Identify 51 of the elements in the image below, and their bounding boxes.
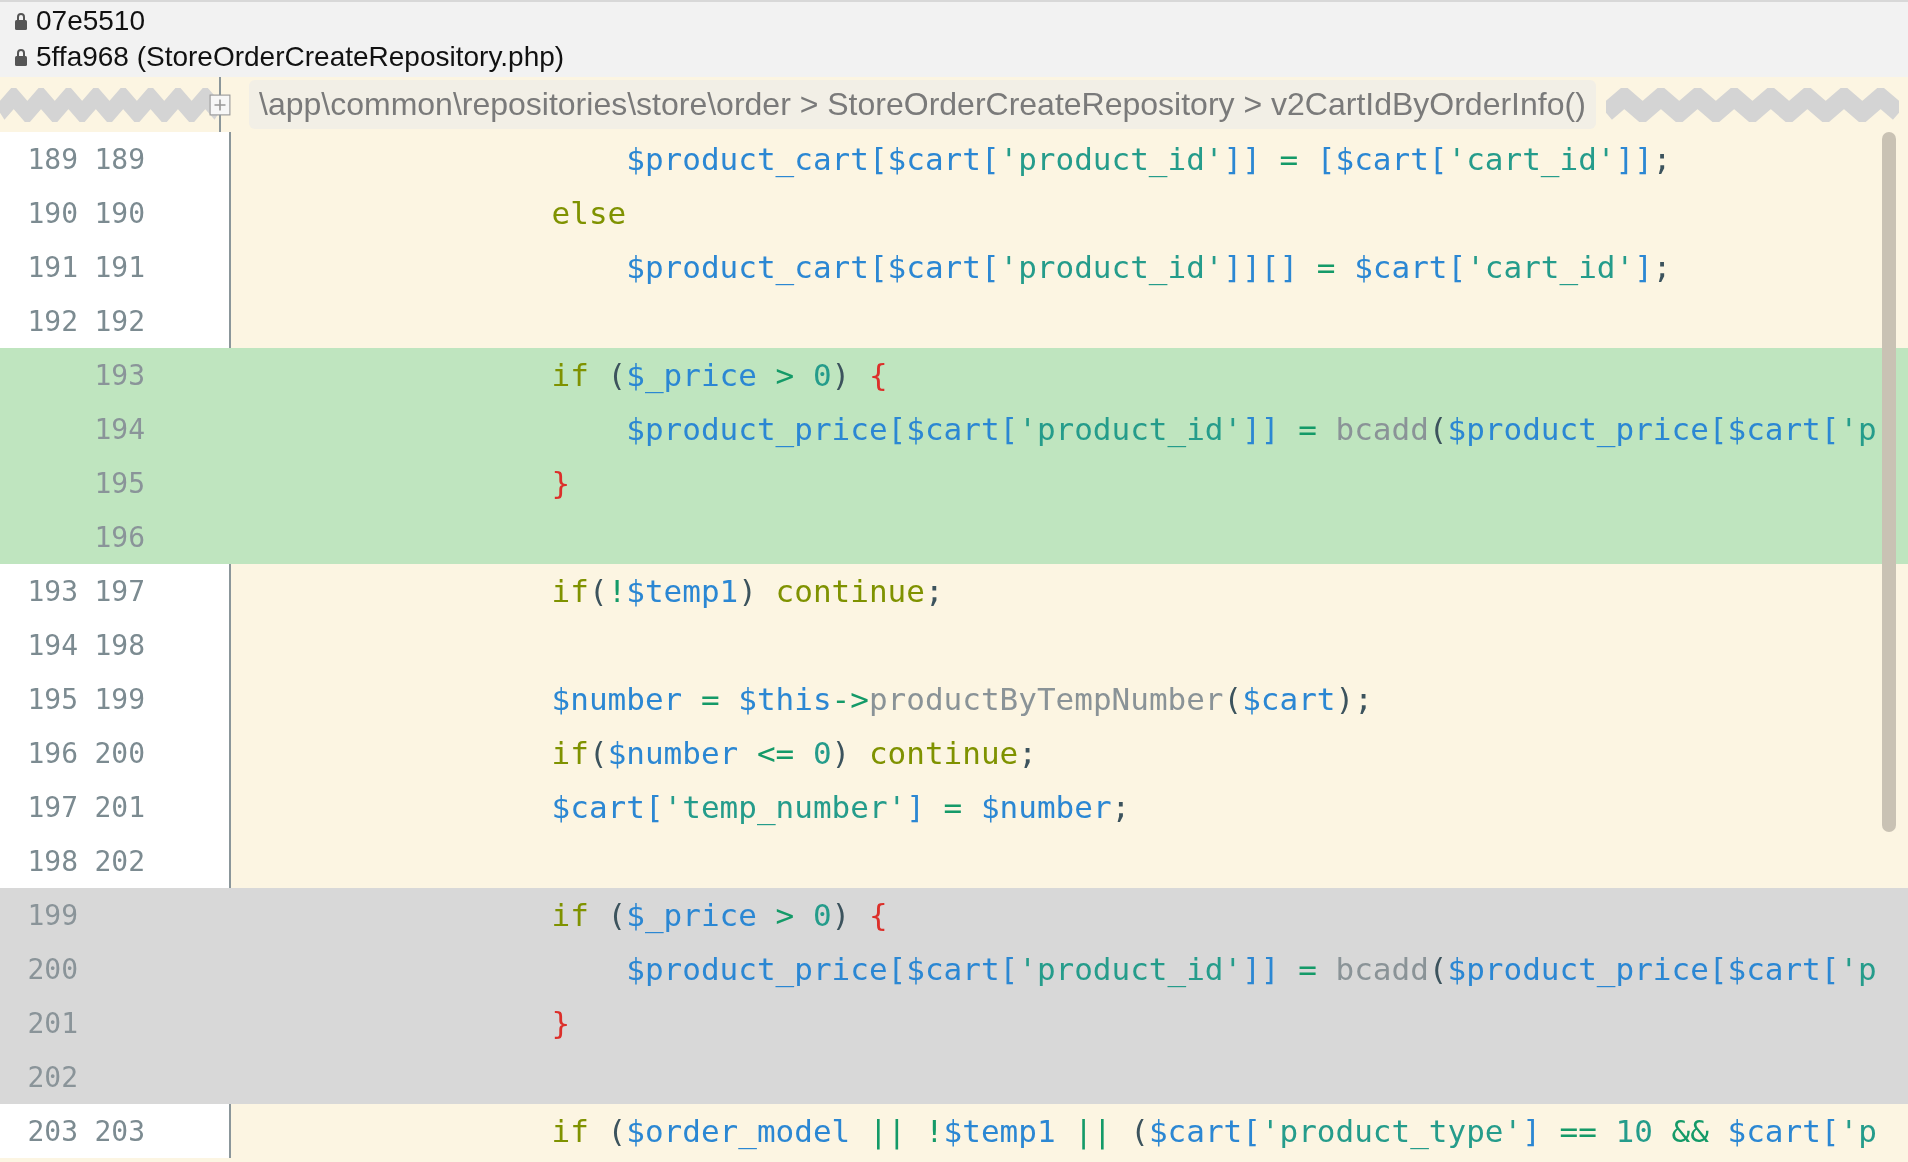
code-line: $product_price[$cart['product_id']] = bcadd($product_price[$cart['p xyxy=(625,951,1877,987)
line-number: 195 xyxy=(94,466,145,500)
line-number: 191 xyxy=(94,250,145,284)
line-number: 202 xyxy=(94,844,145,878)
code-line: } xyxy=(550,1005,571,1041)
code-line: if($number <= 0) continue; xyxy=(550,735,1037,771)
line-number: 200 xyxy=(94,736,145,770)
code-line: else xyxy=(550,195,627,231)
code-line: if ($_price > 0) { xyxy=(550,897,888,933)
breadcrumb[interactable]: \app\common\repositories\store\order > StoreOrderCreateRepository > v2CartIdByOrderInfo() xyxy=(249,80,1596,129)
line-number: 201 xyxy=(27,1006,78,1040)
line-number: 196 xyxy=(27,736,78,770)
line-number: 198 xyxy=(27,844,78,878)
line-number: 201 xyxy=(94,790,145,824)
code-line: if ($order_model || !$temp1 || ($cart['product_type'] == 10 && $cart['p xyxy=(550,1113,1877,1149)
line-number: 190 xyxy=(27,196,78,230)
code-line: $number = $this->productByTempNumber($cart); xyxy=(550,681,1373,717)
code-line: if(!$temp1) continue; xyxy=(550,573,944,609)
line-number: 199 xyxy=(94,682,145,716)
line-number: 197 xyxy=(27,790,78,824)
line-number: 203 xyxy=(94,1114,145,1148)
line-number: 203 xyxy=(27,1114,78,1148)
line-number: 189 xyxy=(27,142,78,176)
revision-label: 5ffa968 (StoreOrderCreateRepository.php) xyxy=(36,41,565,73)
line-number: 192 xyxy=(27,304,78,338)
line-number: 197 xyxy=(94,574,145,608)
line-number: 202 xyxy=(27,1060,78,1094)
line-number: 192 xyxy=(94,304,145,338)
code-line: $product_cart[$cart['product_id']] = [$cart['cart_id']]; xyxy=(625,141,1672,177)
lock-icon xyxy=(14,12,28,30)
line-number: 194 xyxy=(94,412,145,446)
line-number: 195 xyxy=(27,682,78,716)
line-number: 194 xyxy=(27,628,78,662)
line-number: 191 xyxy=(27,250,78,284)
expand-icon[interactable] xyxy=(209,93,231,116)
line-number: 200 xyxy=(27,952,78,986)
line-number: 193 xyxy=(94,358,145,392)
line-number: 198 xyxy=(94,628,145,662)
code-line: $cart['temp_number'] = $number; xyxy=(550,789,1131,825)
line-number: 193 xyxy=(27,574,78,608)
line-number: 196 xyxy=(94,520,145,554)
line-number: 189 xyxy=(94,142,145,176)
lock-icon xyxy=(14,48,28,66)
scrollbar-thumb[interactable] xyxy=(1882,132,1896,832)
code-line: $product_cart[$cart['product_id']][] = $cart['cart_id']; xyxy=(625,249,1672,285)
code-line: $product_price[$cart['product_id']] = bcadd($product_price[$cart['p xyxy=(625,411,1877,447)
revision-label: 07e5510 xyxy=(36,5,145,37)
line-number: 190 xyxy=(94,196,145,230)
code-line: } xyxy=(550,465,571,501)
code-line: if ($_price > 0) { xyxy=(550,357,888,393)
line-number: 199 xyxy=(27,898,78,932)
